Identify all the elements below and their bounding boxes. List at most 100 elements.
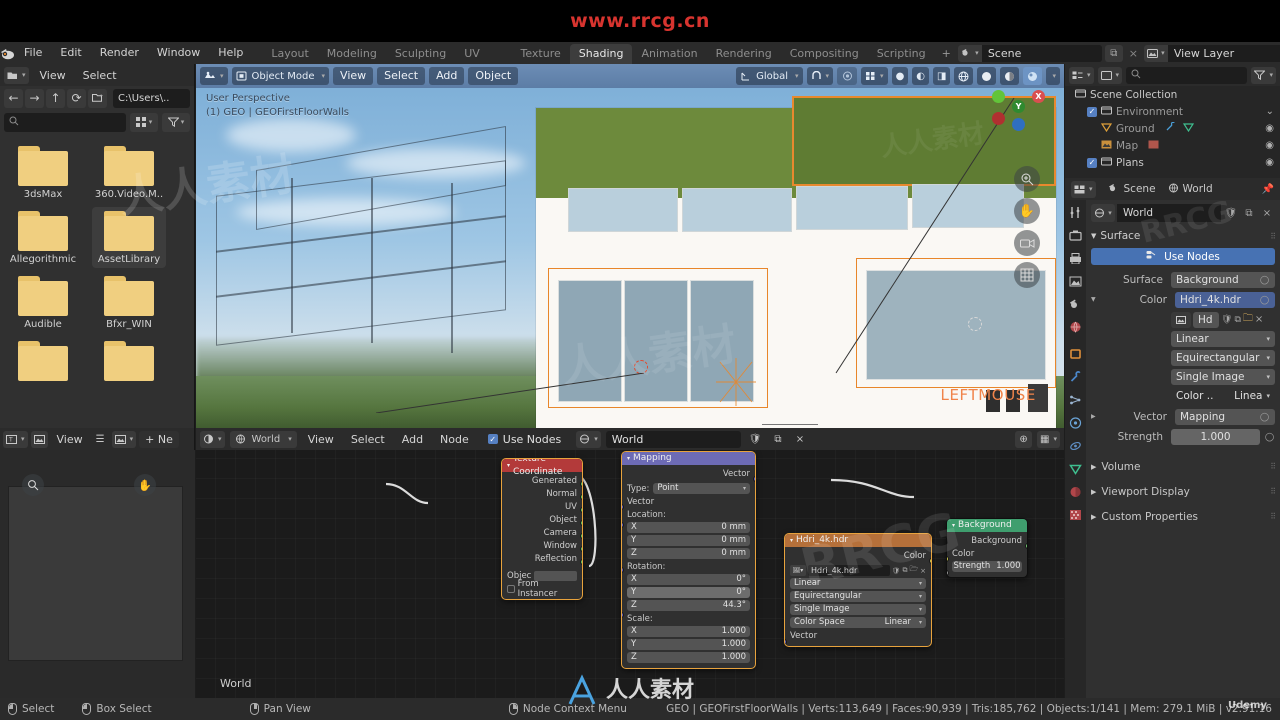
parent-folder-icon[interactable]: ↑: [46, 88, 65, 108]
panel-viewport-display-header[interactable]: ▶ Viewport Display ⠿: [1091, 482, 1276, 501]
visibility-icon[interactable]: ▾: [861, 67, 888, 85]
colorspace-dropdown[interactable]: Color .. Linea ▾: [1171, 388, 1275, 404]
path-field[interactable]: C:\Users\..: [113, 88, 190, 108]
node-menu-node[interactable]: Node: [434, 431, 475, 448]
gizmo-axis-x-neg[interactable]: [992, 112, 1005, 125]
display-mode-icon[interactable]: ▾: [1097, 66, 1123, 84]
viewport-menu-object[interactable]: Object: [468, 67, 519, 85]
panel-custom-properties-header[interactable]: ▶ Custom Properties ⠿: [1091, 507, 1276, 526]
workspace-tab-scripting[interactable]: Scripting: [868, 44, 935, 64]
browse-image-icon[interactable]: ▾: [111, 430, 137, 448]
workspace-tab-texture-paint[interactable]: Texture Paint: [512, 44, 570, 80]
menu-window[interactable]: Window: [148, 44, 209, 62]
proper-tab-physics[interactable]: [1067, 415, 1084, 431]
gizmo-axis-x[interactable]: X: [1032, 90, 1045, 103]
projection-dropdown[interactable]: Equirectangular ▾: [1171, 350, 1275, 366]
world-id-name[interactable]: World: [605, 430, 741, 448]
node-menu-add[interactable]: Add: [396, 431, 429, 448]
outliner-row-plans[interactable]: ✓ Plans ◉: [1065, 154, 1280, 171]
image-name-short[interactable]: Hd: [1193, 311, 1219, 328]
scene-name[interactable]: Scene: [981, 44, 1102, 62]
node-header[interactable]: ▾ Background: [947, 519, 1027, 532]
panel-volume-header[interactable]: ▶ Volume ⠿: [1091, 457, 1276, 476]
close-icon[interactable]: ×: [1259, 204, 1275, 222]
fake-user-icon[interactable]: 🛡: [892, 567, 901, 575]
image-name-field[interactable]: Hdri_4k.hdr: [808, 565, 890, 576]
fake-user-icon[interactable]: 🛡: [1221, 315, 1232, 325]
type-dropdown[interactable]: Point: [653, 483, 750, 494]
vector-dropdown[interactable]: Mapping ○: [1175, 408, 1275, 425]
shading-options-dropdown[interactable]: ▾: [1046, 67, 1060, 85]
forward-icon[interactable]: →: [25, 88, 44, 108]
enable-checkbox[interactable]: ✓: [1087, 157, 1097, 168]
file-browser-menu-select[interactable]: Select: [77, 67, 123, 84]
socket-window[interactable]: [580, 546, 582, 552]
new-scene-icon[interactable]: ⧉: [1104, 44, 1123, 62]
proper-tab-material[interactable]: [1067, 484, 1084, 500]
snap-icon[interactable]: ⊕: [1015, 430, 1033, 448]
scale-z-field[interactable]: Z 1.000: [627, 652, 750, 663]
gizmo-axis-y-neg[interactable]: [992, 90, 1005, 103]
socket-out-color[interactable]: [929, 558, 931, 564]
node-header[interactable]: ▾ Mapping: [622, 452, 755, 465]
gizmo-axis-y[interactable]: Y: [1012, 100, 1025, 113]
copy-icon[interactable]: ⧉: [1234, 315, 1240, 325]
use-nodes-toggle[interactable]: ✓ Use Nodes: [487, 433, 561, 446]
viewport-3d[interactable]: User Perspective (1) GEO | GEOFirstFloor…: [196, 64, 1064, 428]
proper-tab-texture[interactable]: [1067, 507, 1084, 523]
hand-icon[interactable]: ✋: [134, 474, 156, 496]
proper-tab-output[interactable]: [1067, 250, 1084, 266]
file-item[interactable]: 3dsMax: [6, 142, 80, 203]
shader-type-selector[interactable]: World ▾: [229, 430, 297, 448]
proper-tab-particles[interactable]: [1067, 392, 1084, 408]
fake-user-icon[interactable]: 🛡: [1223, 204, 1239, 222]
location-z-field[interactable]: Z 0 mm: [627, 548, 750, 559]
image-editor-canvas[interactable]: ✋: [0, 450, 195, 698]
node-menu-view[interactable]: View: [302, 431, 340, 448]
transform-orientation-selector[interactable]: Global ▾: [736, 67, 803, 85]
view-layer-name[interactable]: View Layer: [1167, 44, 1280, 62]
overlays-icon[interactable]: ◐: [912, 67, 930, 85]
socket-camera[interactable]: [580, 533, 582, 539]
world-icon[interactable]: ▾: [576, 430, 601, 448]
node-environment-texture[interactable]: ▾ Hdri_4k.hdr Color 🖼▾ Hdri_4k.hdr 🛡 ⧉ 🗁…: [784, 533, 932, 647]
chevron-down-icon[interactable]: ⌄: [1266, 106, 1274, 117]
object-mode-selector[interactable]: Object Mode ▾: [231, 67, 330, 85]
file-item[interactable]: [92, 337, 166, 384]
workspace-tab-shading[interactable]: Shading: [569, 44, 633, 64]
blender-logo-icon[interactable]: [0, 42, 15, 64]
mesh-icon[interactable]: [1182, 122, 1194, 135]
source-dropdown[interactable]: Single Image ▾: [1171, 369, 1275, 385]
strength-slider[interactable]: 1.000: [1171, 428, 1260, 445]
socket-normal[interactable]: [580, 494, 582, 500]
close-icon[interactable]: ×: [920, 567, 926, 575]
add-workspace-button[interactable]: +: [935, 44, 958, 64]
location-x-field[interactable]: X 0 mm: [627, 522, 750, 533]
new-world-icon[interactable]: ⧉: [769, 431, 786, 448]
outliner-icon[interactable]: ▾: [1069, 66, 1094, 84]
node-mapping[interactable]: ▾ Mapping Vector Type: Point Vector Loca…: [621, 451, 756, 669]
close-icon[interactable]: ×: [791, 431, 808, 448]
shading-rendered-icon[interactable]: [1023, 67, 1043, 85]
hand-pan-icon[interactable]: ✋: [1014, 198, 1040, 224]
outliner-row-environment[interactable]: ✓ Environment ⌄: [1065, 103, 1280, 120]
outliner-search-input[interactable]: [1126, 66, 1248, 84]
surface-dropdown[interactable]: Background ○: [1171, 271, 1275, 288]
proper-tab-render[interactable]: [1067, 227, 1084, 243]
socket-generated[interactable]: [580, 481, 582, 487]
proportional-edit-icon[interactable]: [837, 67, 858, 85]
file-item[interactable]: Bfxr_WIN: [92, 272, 166, 333]
gizmo-axis-z-neg[interactable]: [1012, 118, 1025, 131]
proper-tab-constraints[interactable]: [1067, 438, 1084, 454]
file-browser-menu-view[interactable]: View: [34, 67, 72, 84]
file-item-selected[interactable]: AssetLibrary: [92, 207, 166, 268]
open-folder-icon[interactable]: 🗁: [909, 565, 918, 576]
editor-type-icon[interactable]: ▾: [200, 67, 228, 85]
shading-solid-icon[interactable]: [977, 67, 997, 85]
rotation-y-field[interactable]: Y 0°: [627, 587, 750, 598]
strength-animate-dot[interactable]: ○: [1264, 430, 1275, 443]
outliner-row-ground[interactable]: Ground ◉: [1065, 120, 1280, 137]
node-texture-coordinate[interactable]: ▾ Texture Coordinate Generated Normal UV…: [501, 458, 583, 600]
color-input-field[interactable]: Hdri_4k.hdr ○: [1175, 291, 1275, 308]
proper-tab-data[interactable]: [1067, 461, 1084, 477]
